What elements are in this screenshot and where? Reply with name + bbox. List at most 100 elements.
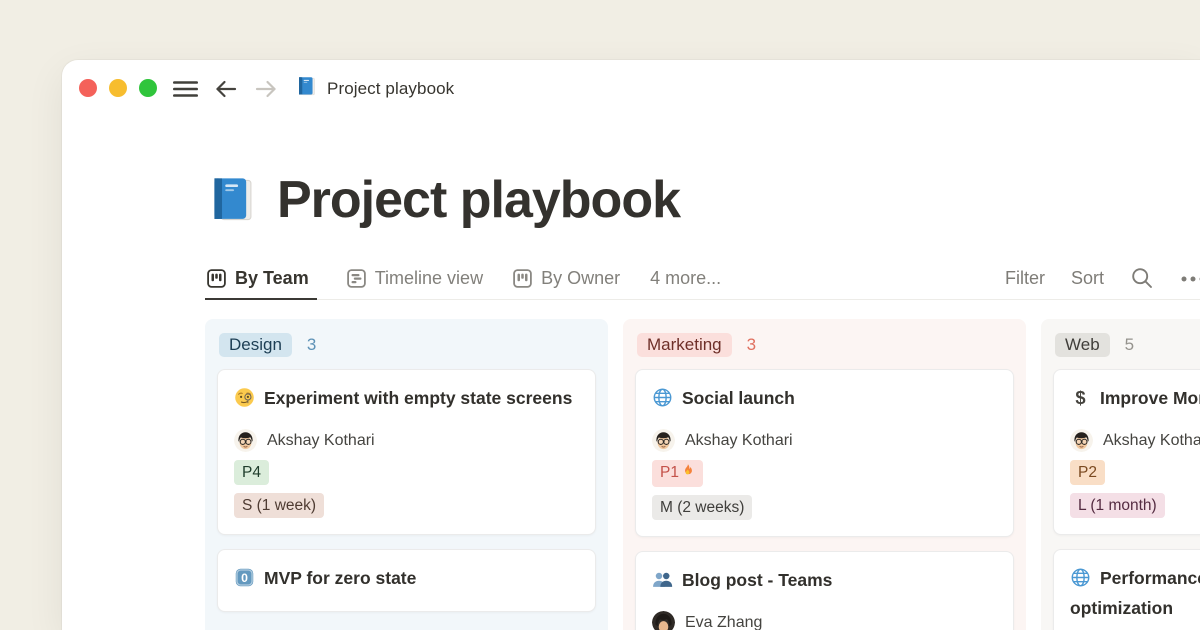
view-tabs-bar: By Team Timeline view By Owner 4 more... Fi… [205,258,1200,300]
card-tag-row: L (1 month) [1070,493,1200,518]
owner-name: Akshay Kothari [267,432,375,450]
tab-timeline-view[interactable]: Timeline view [347,268,483,300]
card-title: Experiment with empty state screens [234,385,579,415]
tag-label: P4 [242,464,261,481]
keycap-zero-icon: 0 [234,567,255,595]
window-chrome: Project playbook [62,60,1200,118]
tag-label: P2 [1078,464,1097,481]
tag-label: S (1 week) [242,497,316,514]
owner-name: Eva Zhang [685,614,762,630]
sort-button[interactable]: Sort [1071,268,1104,289]
globe-icon [652,387,673,415]
marketing-screenshot: { "window": { "traffic_lights": { "close… [0,0,1200,630]
traffic-lights [79,79,157,97]
fire-icon [680,463,695,485]
board-column-marketing: Marketing 3 Social launch Akshay Kothari P1 M… [623,319,1026,630]
view-toolbar: Filter Sort [1005,266,1200,290]
card-title-text: Experiment with empty state screens [264,388,572,408]
avatar-akshay [234,429,257,452]
card-tag-row: P2 [1070,460,1200,485]
board-column-design: Design 3 Experiment with empty state scree… [205,319,608,630]
search-icon[interactable] [1130,266,1154,290]
tab-by-team[interactable]: By Team [205,268,317,300]
card-title: Blog post - Teams [652,567,997,597]
avatar-akshay [652,429,675,452]
tag-s-1-week-: S (1 week) [234,493,324,518]
page-book-icon[interactable] [205,173,259,227]
board-card[interactable]: Blog post - Teams Eva Zhang [635,551,1014,630]
tag-label: M (2 weeks) [660,499,744,516]
column-group-pill[interactable]: Marketing [637,333,732,357]
card-title-text: MVP for zero state [264,568,416,588]
board-card[interactable]: Social launch Akshay Kothari P1 M (2 weeks) [635,369,1014,537]
avatar-akshay [1070,429,1093,452]
tag-l-1-month-: L (1 month) [1070,493,1165,518]
board-card[interactable]: Experiment with empty state screens Aksha… [217,369,596,535]
card-title-text: Blog post - Teams [682,570,832,590]
tab-label: 4 more... [650,268,721,289]
tab-more-views[interactable]: 4 more... [650,268,721,300]
busts-icon [652,569,673,597]
avatar-eva [652,611,675,630]
board-icon [513,269,532,288]
page-content: Project playbook By TeamTimeline viewBy … [62,118,1200,630]
board-icon [207,269,226,288]
breadcrumb-title: Project playbook [327,79,454,99]
globe-icon [1070,567,1091,595]
column-header: Web 5 [1055,333,1200,357]
card-tag-row: M (2 weeks) [652,495,997,520]
close-window-button[interactable] [79,79,97,97]
kanban-board: Design 3 Experiment with empty state scree… [205,319,1200,630]
tab-by-owner[interactable]: By Owner [513,268,620,300]
tag-label: P1 [660,464,679,481]
card-title: 0 MVP for zero state [234,565,579,595]
tag-p1: P1 [652,460,703,487]
timeline-icon [347,269,366,288]
svg-text:0: 0 [241,571,248,585]
minimize-window-button[interactable] [109,79,127,97]
tab-label: By Team [235,268,309,289]
breadcrumb[interactable]: Project playbook [295,75,454,103]
filter-button[interactable]: Filter [1005,268,1045,289]
tag-label: L (1 month) [1078,497,1157,514]
column-group-pill[interactable]: Design [219,333,292,357]
owner-name: Akshay Kothari [685,432,793,450]
column-group-pill[interactable]: Web [1055,333,1110,357]
app-window: Project playbook Project playbook By Tea… [62,60,1200,630]
column-count: 3 [307,335,316,355]
tab-label: Timeline view [375,268,483,289]
sidebar-toggle-button[interactable] [172,78,199,100]
column-header: Design 3 [219,333,594,357]
book-icon [295,75,318,103]
card-title: Performance optimization [1070,565,1200,621]
back-button[interactable] [213,77,239,101]
tag-p4: P4 [234,460,269,485]
card-title-text: Improve Monetization [1100,388,1200,408]
tag-p2: P2 [1070,460,1105,485]
board-card[interactable]: Performance optimization [1053,549,1200,630]
monocle-face-icon [234,387,255,415]
zoom-window-button[interactable] [139,79,157,97]
card-owner: Eva Zhang [652,611,997,630]
card-title: Social launch [652,385,997,415]
board-card[interactable]: 0 MVP for zero state [217,549,596,612]
svg-text:$: $ [1075,387,1085,408]
more-icon[interactable] [1180,266,1200,290]
tab-label: By Owner [541,268,620,289]
card-title-text: Social launch [682,388,795,408]
forward-button[interactable] [253,77,279,101]
card-owner: Akshay Kothari [652,429,997,452]
column-count: 3 [747,335,756,355]
dollar-icon: $ [1070,387,1091,415]
card-tag-row: P4 [234,460,579,485]
card-owner: Akshay Kothari [1070,429,1200,452]
column-header: Marketing 3 [637,333,1012,357]
card-tag-row: P1 [652,460,997,487]
board-card[interactable]: $ Improve Monetization Akshay Kothari P2 L (… [1053,369,1200,535]
card-owner: Akshay Kothari [234,429,579,452]
card-tag-row: S (1 week) [234,493,579,518]
card-title: $ Improve Monetization [1070,385,1200,415]
page-title[interactable]: Project playbook [277,170,680,230]
column-count: 5 [1125,335,1134,355]
tag-m-2-weeks-: M (2 weeks) [652,495,752,520]
